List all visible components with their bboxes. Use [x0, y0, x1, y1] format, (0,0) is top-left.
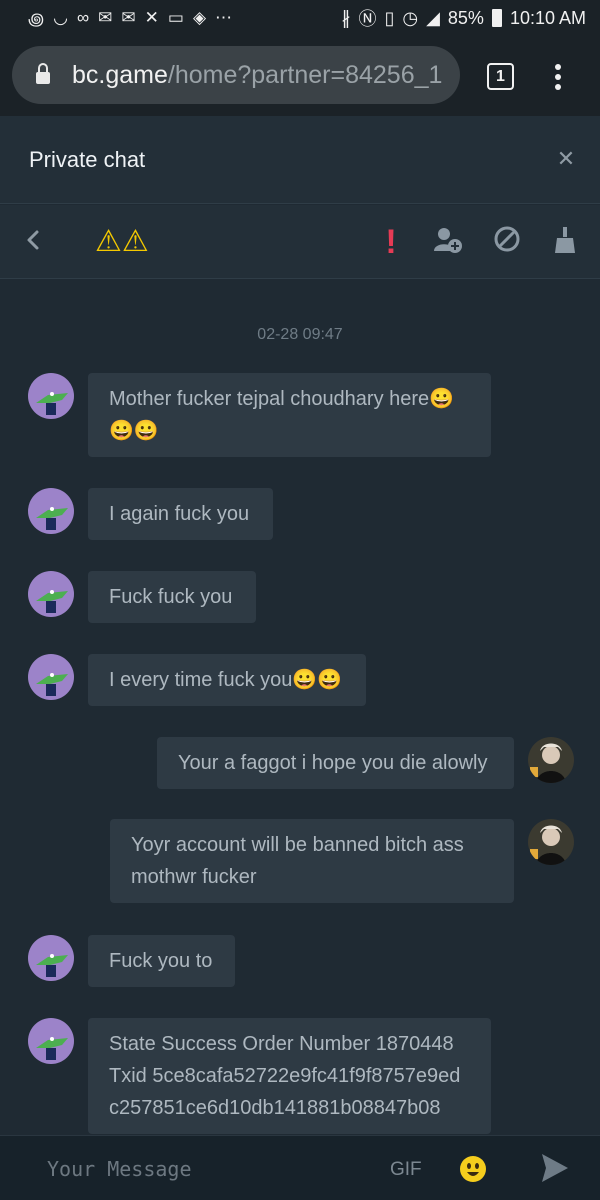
infinity-icon: ∞	[77, 8, 90, 27]
bluetooth-icon: ∦	[341, 7, 351, 28]
smile-icon: ◡	[53, 8, 68, 27]
chat-toolbar: ⚠⚠ !	[0, 205, 600, 279]
url-path: /home?partner=84256_1	[167, 60, 443, 89]
satellite-icon: ✕	[144, 8, 159, 27]
avatar[interactable]	[528, 737, 574, 783]
message-bubble: Mother fucker tejpal choudhary here😀😀😀	[88, 373, 491, 457]
chat-header: Private chat ✕	[0, 116, 600, 204]
block-icon[interactable]	[492, 225, 522, 259]
battery-percent: 85%	[447, 7, 484, 28]
alarm-icon: ◷	[402, 7, 419, 28]
message-bubble: Yoyr account will be banned bitch ass mo…	[110, 819, 514, 903]
url-domain: bc.game	[72, 60, 168, 89]
message-bubble: I again fuck you	[88, 488, 273, 540]
overflow-menu-icon[interactable]	[548, 60, 568, 94]
status-bar: ꩜ ◡ ∞ ✉ ✉ ✕ ▭ ◈ ⋯ ∦ Ⓝ ▯ ◷ ◢ 85% 10:10 AM	[0, 0, 600, 36]
message-input[interactable]	[47, 1154, 347, 1184]
message-timestamp: 02-28 09:47	[257, 326, 343, 343]
avatar[interactable]	[28, 935, 74, 981]
voicemail-icon: ▭	[167, 8, 184, 27]
avatar[interactable]	[28, 654, 74, 700]
gif-button[interactable]: GIF	[390, 1159, 422, 1181]
message-bubble: I every time fuck you😀😀	[88, 654, 366, 706]
mail-icon: ✉	[121, 8, 136, 27]
browser-toolbar: bc.game/home?partner=84256_1 1	[0, 36, 600, 116]
notification-icons: ꩜ ◡ ∞ ✉ ✉ ✕ ▭ ◈ ⋯	[28, 6, 232, 31]
butterfly-icon: ꩜	[28, 9, 45, 29]
message-list[interactable]: 02-28 09:47 Mother fucker tejpal choudha…	[0, 280, 600, 1135]
add-friend-icon[interactable]	[433, 225, 463, 259]
clear-icon[interactable]	[550, 225, 580, 259]
close-icon[interactable]: ✕	[554, 146, 578, 172]
avatar[interactable]	[28, 373, 74, 419]
peer-name: ⚠⚠	[95, 225, 149, 258]
avatar[interactable]	[528, 819, 574, 865]
report-icon[interactable]: !	[376, 225, 406, 259]
message-bubble: Fuck fuck you	[88, 571, 256, 623]
avatar[interactable]	[28, 488, 74, 534]
lock-icon	[36, 63, 50, 84]
page-title: Private chat	[29, 147, 146, 172]
avatar[interactable]	[28, 571, 74, 617]
emoji-icon[interactable]	[459, 1155, 487, 1183]
message-bubble: Your a faggot i hope you die alowly	[157, 737, 514, 789]
tab-switcher-button[interactable]: 1	[487, 63, 514, 90]
vibrate-icon: ▯	[384, 7, 395, 28]
message-composer: GIF	[0, 1135, 600, 1200]
maps-icon: ◈	[192, 8, 207, 27]
send-icon[interactable]	[540, 1152, 570, 1184]
signal-icon: ◢	[426, 7, 440, 28]
back-icon[interactable]	[26, 225, 46, 259]
mail-icon: ✉	[98, 8, 113, 27]
avatar[interactable]	[28, 1018, 74, 1064]
clock: 10:10 AM	[509, 7, 586, 28]
more-icon: ⋯	[215, 8, 233, 27]
message-bubble: State Success Order Number 1870448 Txid …	[88, 1018, 491, 1134]
message-bubble: Fuck you to	[88, 935, 235, 987]
battery-icon	[491, 9, 502, 27]
nfc-icon: Ⓝ	[358, 9, 377, 29]
address-bar[interactable]: bc.game/home?partner=84256_1	[12, 46, 460, 104]
